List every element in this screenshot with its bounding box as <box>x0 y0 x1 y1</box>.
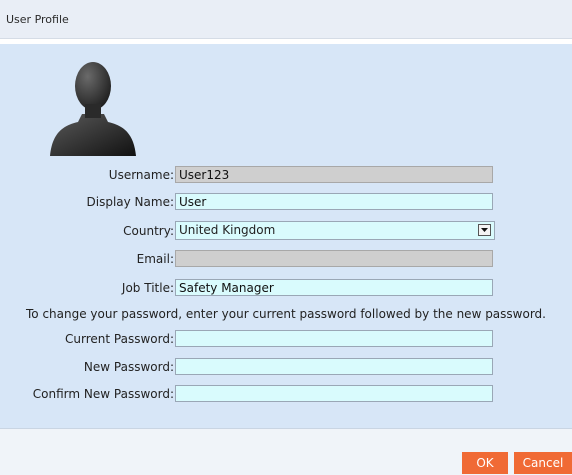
new-password-field[interactable] <box>175 358 493 375</box>
confirm-password-label: Confirm New Password: <box>32 387 174 401</box>
user-silhouette-icon <box>50 62 136 156</box>
password-instructions: To change your password, enter your curr… <box>26 307 546 321</box>
display-name-field[interactable] <box>175 193 493 210</box>
username-label: Username: <box>108 168 174 182</box>
dialog-title: User Profile <box>6 13 69 26</box>
country-label: Country: <box>123 224 174 238</box>
dialog-titlebar: User Profile <box>0 0 572 39</box>
new-password-label: New Password: <box>83 360 174 374</box>
username-field[interactable] <box>175 166 493 183</box>
email-label: Email: <box>136 252 174 266</box>
chevron-down-icon[interactable] <box>478 224 491 236</box>
job-title-label: Job Title: <box>121 281 174 295</box>
current-password-field[interactable] <box>175 330 493 347</box>
confirm-password-field[interactable] <box>175 385 493 402</box>
email-field[interactable] <box>175 250 493 267</box>
current-password-label: Current Password: <box>65 332 174 346</box>
country-selected-value: United Kingdom <box>175 221 495 240</box>
display-name-label: Display Name: <box>86 195 175 209</box>
ok-button[interactable]: OK <box>462 452 508 474</box>
cancel-button[interactable]: Cancel <box>514 452 572 474</box>
country-select[interactable]: United Kingdom <box>175 221 495 240</box>
job-title-field[interactable] <box>175 279 493 296</box>
